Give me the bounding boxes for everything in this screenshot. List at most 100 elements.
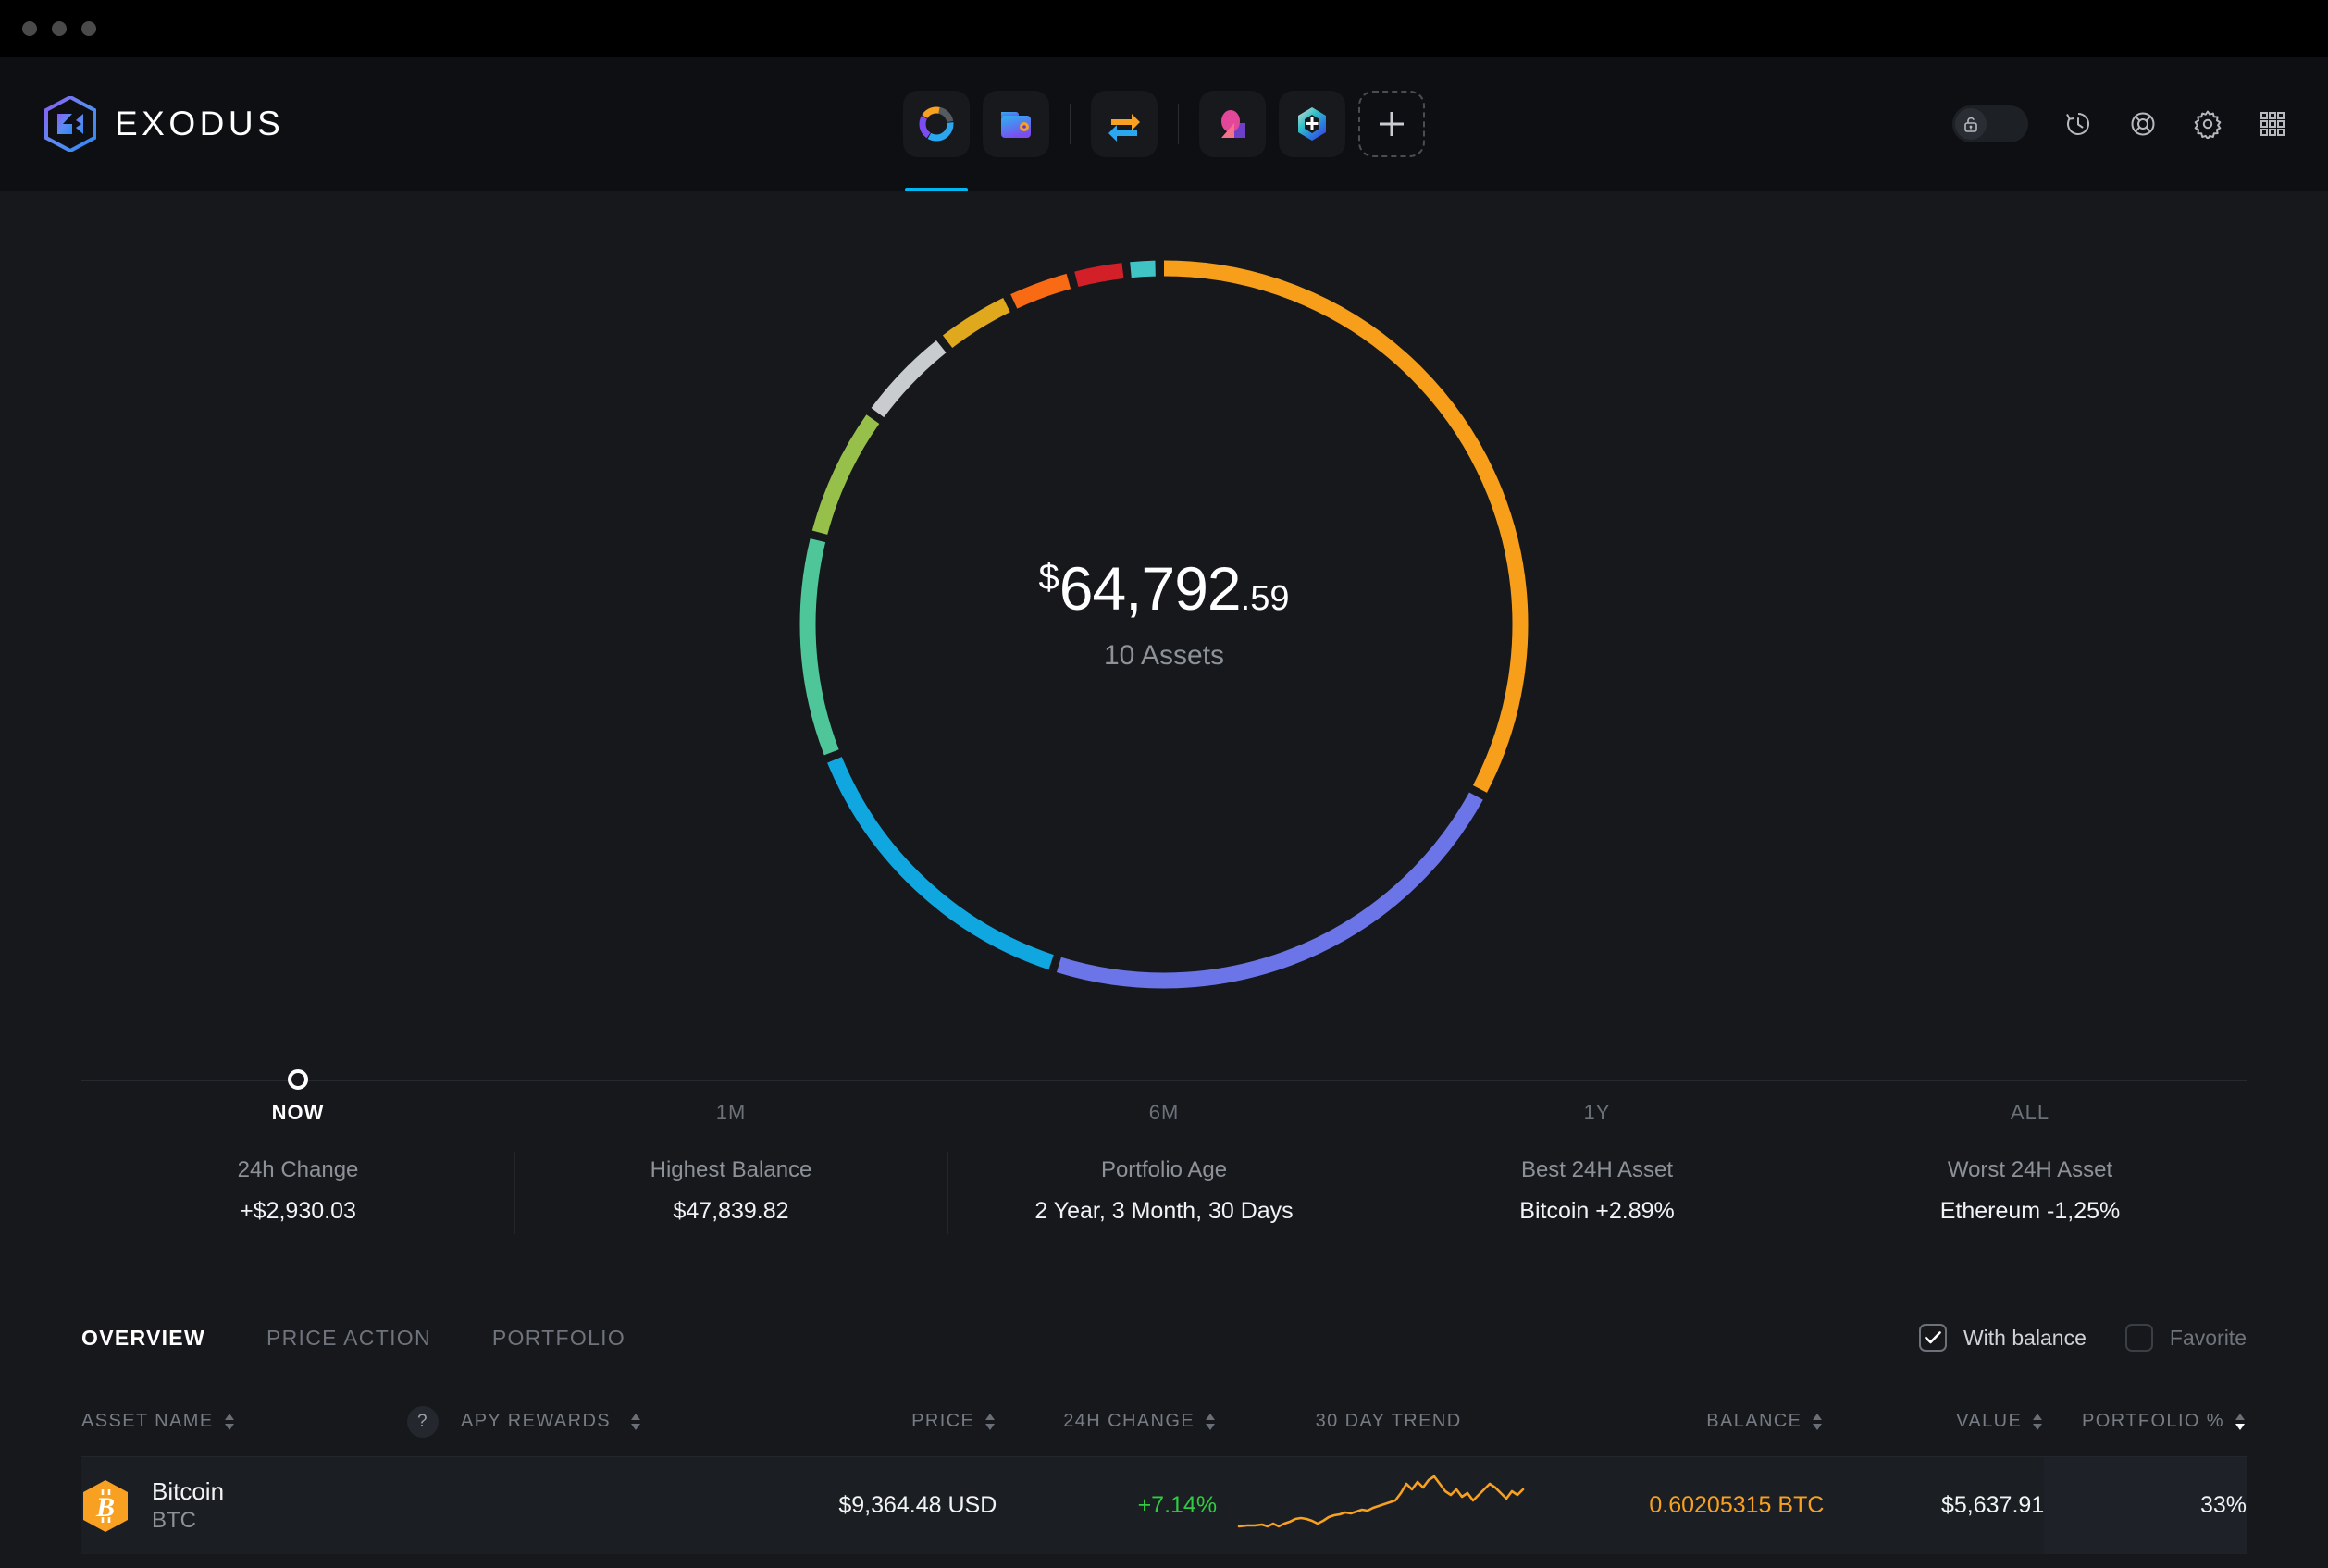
- column-label: 24H CHANGE: [1063, 1411, 1195, 1431]
- sort-arrows-icon: [985, 1413, 996, 1430]
- nav-item-exchange[interactable]: [1091, 91, 1158, 157]
- filter-with-balance[interactable]: With balance: [1918, 1324, 2087, 1352]
- time-range-6m[interactable]: 6M: [947, 1056, 1381, 1125]
- time-range-1m[interactable]: 1M: [514, 1056, 947, 1125]
- column-label: BALANCE: [1706, 1411, 1802, 1431]
- asset-tabs-row: OVERVIEW PRICE ACTION PORTFOLIO With bal…: [81, 1324, 2247, 1352]
- column-label: APY REWARDS: [460, 1411, 612, 1431]
- tab-price-action[interactable]: PRICE ACTION: [266, 1326, 431, 1351]
- nav-divider-1: [1070, 104, 1071, 144]
- sparkline-chart: [1237, 1475, 1524, 1527]
- app-header: EXODUS: [0, 57, 2328, 191]
- nav-item-apps[interactable]: [1279, 91, 1345, 157]
- stat-value: $47,839.82: [673, 1198, 789, 1224]
- lifebuoy-icon[interactable]: [2128, 109, 2158, 139]
- filter-label: With balance: [1963, 1325, 2087, 1350]
- time-range-label: 6M: [1148, 1101, 1180, 1124]
- portfolio-total: $64,792.59 10 Assets: [886, 553, 1442, 672]
- donut-chart-icon: [919, 106, 954, 142]
- filter-favorite[interactable]: Favorite: [2124, 1324, 2247, 1352]
- nav-item-add[interactable]: [1358, 91, 1425, 157]
- balance-currency: $: [1038, 557, 1059, 598]
- brand-name: EXODUS: [115, 105, 285, 142]
- sort-arrows-icon: [1206, 1413, 1216, 1430]
- nav-item-rewards[interactable]: [1199, 91, 1266, 157]
- column-header-30-day-trend: 30 DAY TREND: [1217, 1411, 1560, 1432]
- swap-arrows-icon: [1108, 114, 1140, 142]
- sort-arrows-icon: [1813, 1413, 1823, 1430]
- asset-portfolio-pct-cell: 33%: [2044, 1457, 2247, 1554]
- plus-icon: [1380, 112, 1404, 136]
- rewards-icon: [1221, 110, 1245, 138]
- window-title-bar: [0, 0, 2328, 57]
- tab-overview[interactable]: OVERVIEW: [81, 1326, 205, 1351]
- stat-value: +$2,930.03: [240, 1198, 356, 1224]
- stat-best-24h-asset: Best 24H Asset Bitcoin +2.89%: [1381, 1152, 1814, 1234]
- stat-label: Worst 24H Asset: [1947, 1157, 2113, 1182]
- column-label: ASSET NAME: [81, 1411, 214, 1431]
- asset-30-day-trend-cell: [1217, 1473, 1560, 1539]
- table-header-row: ASSET NAME ? APY REWARDS PRICE 24H CHANG…: [81, 1387, 2247, 1457]
- asset-balance-cell: 0.60205315 BTC: [1649, 1492, 1825, 1518]
- time-range-now[interactable]: NOW: [81, 1056, 514, 1125]
- column-label: VALUE: [1956, 1411, 2023, 1431]
- nav-item-wallet[interactable]: [983, 91, 1049, 157]
- lock-toggle[interactable]: [1952, 105, 2028, 142]
- bitcoin-icon: B: [83, 1479, 128, 1532]
- column-header-portfolio-pct[interactable]: PORTFOLIO %: [2044, 1411, 2247, 1432]
- stat-label: 24h Change: [237, 1157, 359, 1182]
- column-header-balance[interactable]: BALANCE: [1560, 1411, 1824, 1432]
- gear-icon[interactable]: [2193, 109, 2223, 139]
- minimize-dot[interactable]: [52, 21, 67, 36]
- portfolio-donut-chart: $64,792.59 10 Assets: [0, 191, 2328, 1056]
- balance-decimal: .59: [1240, 579, 1290, 618]
- svg-text:B: B: [95, 1492, 115, 1523]
- timeline-handle[interactable]: [288, 1069, 308, 1090]
- column-header-price[interactable]: PRICE: [759, 1411, 997, 1432]
- time-range-1y[interactable]: 1Y: [1381, 1056, 1814, 1125]
- filter-label: Favorite: [2169, 1325, 2247, 1350]
- table-row[interactable]: B Bitcoin BTC $9,364.48 USD +7.14% 0.602…: [81, 1457, 2247, 1554]
- column-header-value[interactable]: VALUE: [1824, 1411, 2044, 1432]
- asset-symbol: BTC: [152, 1507, 196, 1533]
- column-header-asset-name[interactable]: ASSET NAME: [81, 1411, 407, 1432]
- column-label: PORTFOLIO %: [2082, 1411, 2224, 1431]
- asset-name: Bitcoin: [152, 1477, 225, 1506]
- stat-24h-change: 24h Change +$2,930.03: [81, 1157, 514, 1225]
- assets-count: 10 Assets: [1103, 640, 1225, 671]
- column-header-24h-change[interactable]: 24H CHANGE: [997, 1411, 1217, 1432]
- apy-help-icon[interactable]: ?: [406, 1405, 439, 1438]
- column-header-apy-rewards[interactable]: ? APY REWARDS: [406, 1405, 759, 1438]
- main-content: $64,792.59 10 Assets NOW 1M 6M 1Y ALL 24…: [0, 191, 2328, 1568]
- exodus-logo-icon: [44, 96, 96, 152]
- close-dot[interactable]: [22, 21, 37, 36]
- portfolio-stats: 24h Change +$2,930.03 Highest Balance $4…: [81, 1152, 2247, 1266]
- asset-filters: With balance Favorite: [1918, 1324, 2247, 1352]
- stat-value: Ethereum -1,25%: [1939, 1198, 2121, 1224]
- asset-value-cell: $5,637.91: [1941, 1492, 2045, 1518]
- maximize-dot[interactable]: [81, 21, 96, 36]
- time-range-label: 1M: [715, 1101, 747, 1124]
- unlock-icon: [1964, 117, 1977, 132]
- balance-line: $64,792.59: [886, 553, 1442, 623]
- time-range-label: ALL: [2010, 1101, 2050, 1124]
- stat-label: Best 24H Asset: [1520, 1157, 1674, 1182]
- sort-arrows-icon: [2235, 1413, 2245, 1430]
- nav-item-portfolio[interactable]: [903, 91, 970, 191]
- time-range-label: NOW: [271, 1101, 325, 1124]
- checkbox-with-balance[interactable]: [1918, 1324, 1947, 1352]
- check-icon: [1925, 1331, 1941, 1344]
- time-range-all[interactable]: ALL: [1814, 1056, 2247, 1125]
- checkbox-favorite[interactable]: [2124, 1324, 2153, 1352]
- stat-worst-24h-asset: Worst 24H Asset Ethereum -1,25%: [1814, 1152, 2247, 1234]
- stat-value: Bitcoin +2.89%: [1519, 1198, 1675, 1224]
- asset-price-cell: $9,364.48 USD: [838, 1492, 997, 1518]
- assets-table: ASSET NAME ? APY REWARDS PRICE 24H CHANG…: [81, 1387, 2247, 1554]
- grid-apps-icon[interactable]: [2258, 109, 2287, 139]
- main-nav: [903, 57, 1425, 191]
- history-clock-icon[interactable]: [2063, 109, 2093, 139]
- time-range-label: 1Y: [1583, 1101, 1611, 1124]
- balance-integer: 64,792: [1059, 554, 1242, 623]
- asset-identity-cell: B Bitcoin BTC: [81, 1476, 407, 1535]
- tab-portfolio[interactable]: PORTFOLIO: [492, 1326, 625, 1351]
